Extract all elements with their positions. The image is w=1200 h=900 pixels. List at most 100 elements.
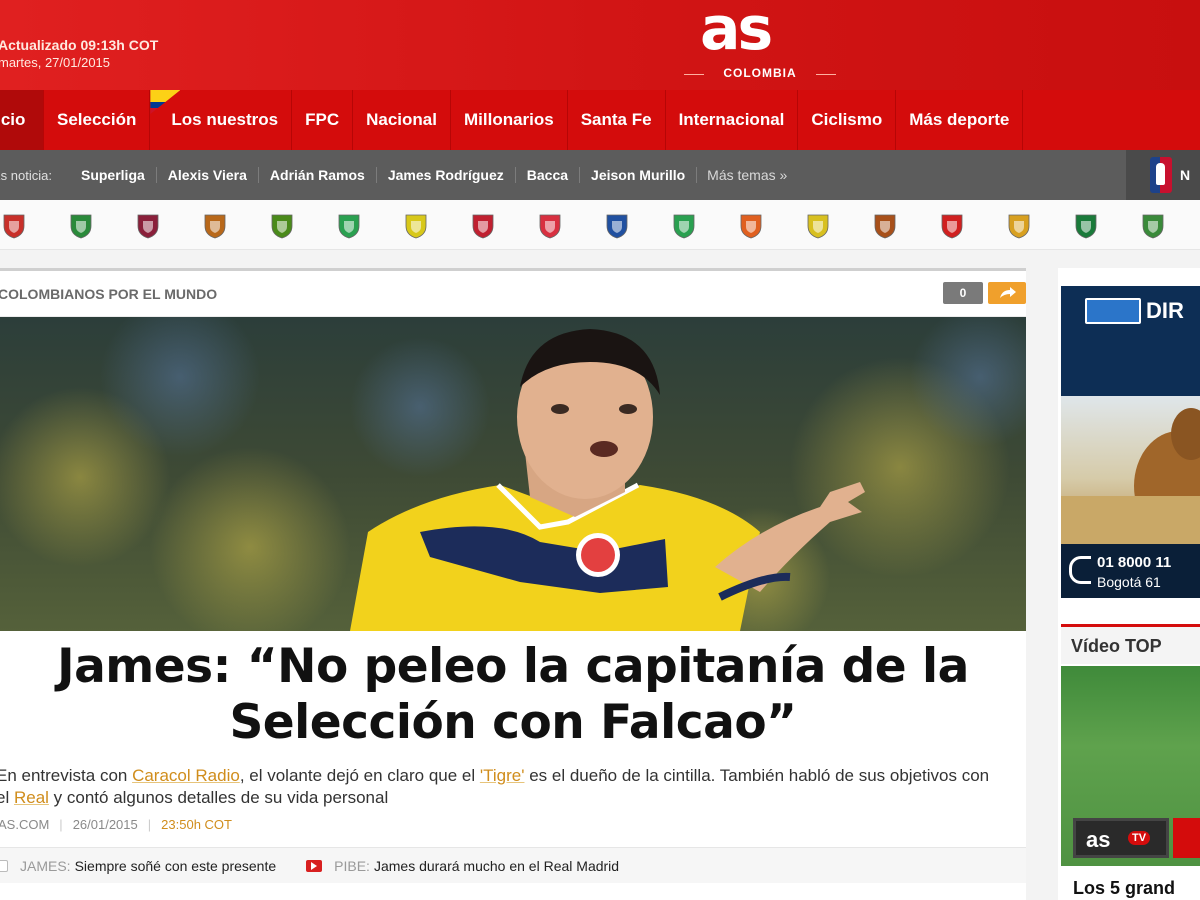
- crest-15-icon[interactable]: [938, 212, 966, 240]
- nav-label: Ciclismo: [811, 110, 883, 129]
- crest-14-icon[interactable]: [871, 212, 899, 240]
- nav-item-seleccion[interactable]: Selección: [44, 90, 151, 150]
- right-sidebar: DIR 01 8000 11 Bogotá 61 Vídeo TOP as TV: [1058, 268, 1200, 900]
- nav-item-mas-deporte[interactable]: Más deporte: [896, 90, 1024, 150]
- nav-label: Inicio: [0, 110, 26, 129]
- logo-rule-right: [816, 74, 836, 75]
- nav-item-nacional[interactable]: Nacional: [353, 90, 451, 150]
- caracol-radio-link[interactable]: Caracol Radio: [132, 766, 240, 785]
- ad-photo: [1061, 396, 1200, 546]
- video-icon: [306, 859, 323, 872]
- video-top-title: Vídeo TOP: [1071, 636, 1162, 656]
- article-headline[interactable]: James: “No peleo la capitanía de la Sele…: [0, 639, 1026, 751]
- crest-9-icon[interactable]: [536, 212, 564, 240]
- hero-image[interactable]: [0, 317, 1026, 631]
- topics-label: Es noticia:: [0, 167, 52, 183]
- crest-13-icon[interactable]: [804, 212, 832, 240]
- real-link[interactable]: Real: [14, 788, 49, 807]
- phone-icon: [1069, 556, 1091, 584]
- nav-item-ciclismo[interactable]: Ciclismo: [798, 90, 897, 150]
- share-button[interactable]: [988, 282, 1026, 304]
- play-tab: [1173, 818, 1200, 858]
- nav-item-los-nuestros[interactable]: Los nuestros: [150, 90, 293, 150]
- nav-label: Millonarios: [463, 110, 554, 129]
- meta-separator: |: [59, 817, 63, 832]
- directv-ad[interactable]: DIR 01 8000 11 Bogotá 61: [1061, 286, 1200, 598]
- video-caption[interactable]: Los 5 grand: [1073, 878, 1175, 899]
- nba-label: N: [1180, 167, 1191, 183]
- article-meta: AS.COM | 26/01/2015 | 23:50h COT: [0, 817, 232, 832]
- crest-4-icon[interactable]: [201, 212, 229, 240]
- crest-3-icon[interactable]: [134, 212, 162, 240]
- crest-1-icon[interactable]: [0, 212, 28, 240]
- crest-8-icon[interactable]: [469, 212, 497, 240]
- share-arrow-icon: [1000, 287, 1016, 298]
- section-title[interactable]: COLOMBIANOS POR EL MUNDO: [0, 286, 217, 302]
- nav-label: Selección: [57, 110, 137, 129]
- related-tag: PIBE:: [334, 857, 370, 874]
- main-nav: Inicio Selección Los nuestros FPC Nacion…: [0, 90, 1200, 150]
- nba-section-link[interactable]: N: [1126, 150, 1200, 200]
- section-bar: COLOMBIANOS POR EL MUNDO 0: [0, 271, 1026, 317]
- nav-item-internacional[interactable]: Internacional: [666, 90, 799, 150]
- summary-text: En entrevista con: [0, 766, 133, 785]
- topic-link[interactable]: Adrián Ramos: [259, 167, 377, 183]
- crest-16-icon[interactable]: [1005, 212, 1033, 240]
- topics-bar: Es noticia: Superliga Alexis Viera Adriá…: [0, 150, 1200, 200]
- related-tag: JAMES:: [20, 857, 71, 874]
- crest-2-icon[interactable]: [67, 212, 95, 240]
- topic-link[interactable]: Jeison Murillo: [580, 167, 698, 183]
- related-link[interactable]: James durará mucho en el Real Madrid: [374, 858, 619, 874]
- crest-12-icon[interactable]: [737, 212, 765, 240]
- player-photo: [0, 317, 1026, 631]
- nav-item-fpc[interactable]: FPC: [292, 90, 354, 150]
- ad-phone-number: 01 8000 11: [1097, 554, 1172, 571]
- comment-count-button[interactable]: 0: [943, 282, 983, 304]
- article-time: 23:50h COT: [161, 817, 232, 832]
- topic-link[interactable]: Superliga: [70, 167, 157, 183]
- crest-18-icon[interactable]: [1139, 212, 1167, 240]
- crest-5-icon[interactable]: [268, 212, 296, 240]
- more-topics-link[interactable]: Más temas »: [697, 167, 787, 183]
- topic-link[interactable]: James Rodríguez: [377, 167, 516, 183]
- nav-item-santa-fe[interactable]: Santa Fe: [568, 90, 666, 150]
- nba-logo-icon: [1150, 157, 1172, 193]
- article-summary: En entrevista con Caracol Radio, el vola…: [0, 765, 996, 809]
- video-thumbnail[interactable]: as TV: [1061, 666, 1200, 866]
- ad-animal-image: [1061, 408, 1200, 546]
- tigre-link[interactable]: 'Tigre': [480, 766, 525, 785]
- crest-6-icon[interactable]: [335, 212, 363, 240]
- nav-label: FPC: [305, 110, 340, 129]
- logo-text: as: [700, 0, 773, 64]
- main-article: COLOMBIANOS POR EL MUNDO 0 James: “No pe…: [0, 268, 1026, 900]
- summary-text: y contó algunos detalles de su vida pers…: [48, 788, 389, 807]
- last-updated: Actualizado 09:13h COT martes, 27/01/201…: [0, 37, 158, 71]
- astv-tv: TV: [1128, 831, 1151, 845]
- team-crests-bar: [0, 200, 1200, 250]
- video-top-header: Vídeo TOP: [1061, 624, 1200, 664]
- ad-brand: DIR: [1146, 298, 1184, 323]
- article-source: AS.COM: [0, 817, 50, 832]
- nav-label: Más deporte: [909, 110, 1010, 129]
- meta-separator: |: [147, 817, 152, 832]
- topic-link[interactable]: Alexis Viera: [157, 167, 259, 183]
- as-logo[interactable]: as COLOMBIA: [684, 0, 836, 86]
- crest-11-icon[interactable]: [670, 212, 698, 240]
- updated-time: Actualizado 09:13h COT: [0, 37, 159, 53]
- directv-logo-icon: [1085, 298, 1141, 324]
- nav-label: Los nuestros: [171, 110, 279, 129]
- astv-as: as: [1086, 827, 1111, 852]
- nav-label: Nacional: [366, 110, 437, 129]
- topic-link[interactable]: Bacca: [516, 167, 581, 183]
- masthead: Actualizado 09:13h COT martes, 27/01/201…: [0, 0, 1200, 90]
- crest-17-icon[interactable]: [1072, 212, 1100, 240]
- nav-item-inicio[interactable]: Inicio: [0, 90, 44, 150]
- nav-item-millonarios[interactable]: Millonarios: [451, 90, 568, 150]
- document-icon: [0, 859, 8, 872]
- crest-10-icon[interactable]: [603, 212, 631, 240]
- crest-7-icon[interactable]: [402, 212, 430, 240]
- related-link[interactable]: Siempre soñé con este presente: [75, 858, 277, 874]
- nav-label: Internacional: [678, 110, 785, 129]
- as-tv-logo: as TV: [1073, 818, 1169, 858]
- current-date: martes, 27/01/2015: [0, 55, 111, 70]
